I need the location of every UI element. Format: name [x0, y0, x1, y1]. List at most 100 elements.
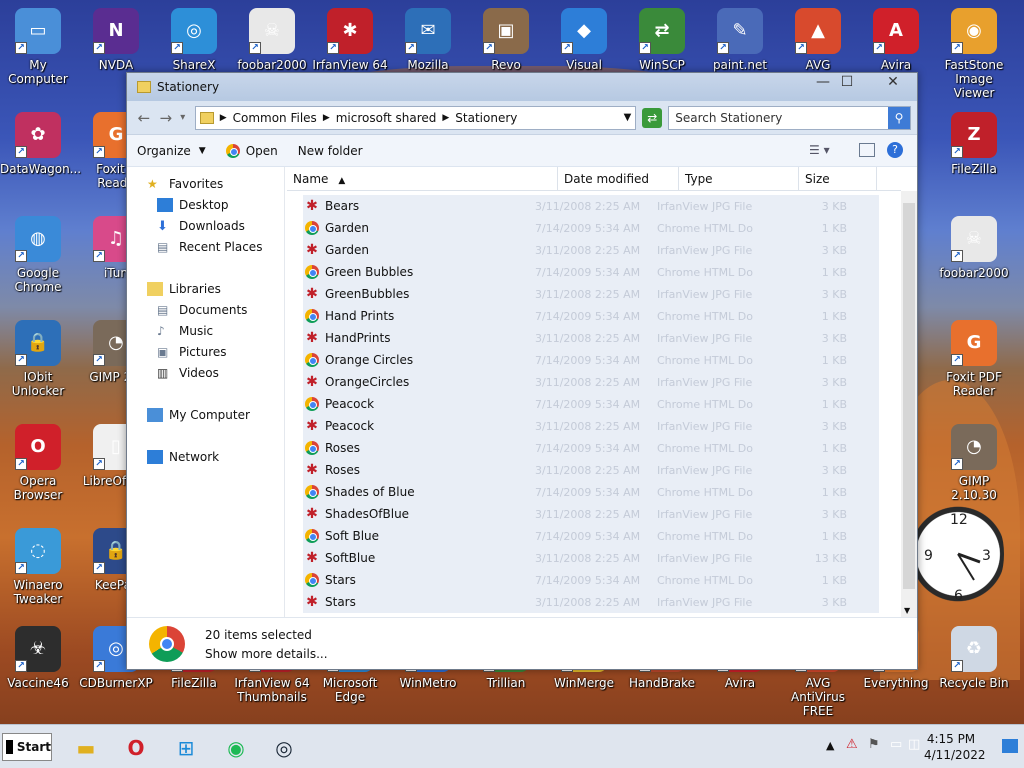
view-options-icon[interactable]: ☰ ▾: [809, 143, 830, 157]
show-more-details-link[interactable]: Show more details...: [205, 647, 328, 661]
file-row[interactable]: Garden 7/14/2009 5:34 AM Chrome HTML Do 1 K…: [303, 217, 879, 239]
clock[interactable]: 4:15 PM 4/11/2022: [924, 731, 986, 763]
file-row[interactable]: Roses 7/14/2009 5:34 AM Chrome HTML Do 1 KB: [303, 437, 879, 459]
address-dropdown-icon[interactable]: ▼: [624, 112, 632, 123]
start-button[interactable]: Start: [2, 733, 52, 761]
volume-tray-icon[interactable]: ◫: [908, 737, 920, 752]
desktop-icon-label: Foxit PDF Reader: [946, 370, 1002, 398]
refresh-icon[interactable]: ⇄: [642, 107, 663, 128]
windows-taskbar-icon[interactable]: ⊞: [164, 731, 208, 765]
preview-pane-icon[interactable]: [859, 143, 875, 157]
tray-chevron-icon[interactable]: ▲: [826, 739, 834, 752]
breadcrumb-item[interactable]: microsoft shared: [336, 111, 437, 125]
avira-tray-icon[interactable]: ⚠: [846, 737, 858, 752]
breadcrumb-item[interactable]: Common Files: [233, 111, 317, 125]
desktop-icon-revo[interactable]: ▣ ↗ Revo: [468, 8, 544, 72]
desktop-icon-sharex[interactable]: ◎ ↗ ShareX: [156, 8, 232, 72]
organize-button[interactable]: Organize ▼: [137, 144, 206, 158]
nav-item-documents[interactable]: ▤ Documents: [157, 303, 247, 317]
close-button[interactable]: ✕: [873, 73, 913, 91]
file-row[interactable]: ✱ SoftBlue 3/11/2008 2:25 AM IrfanView JPG …: [303, 547, 879, 569]
nav-item-libraries[interactable]: Libraries: [147, 282, 221, 296]
forward-arrow-icon[interactable]: →: [155, 109, 177, 127]
desktop-icon-winscp[interactable]: ⇄ ↗ WinSCP: [624, 8, 700, 72]
file-row[interactable]: Shades of Blue 7/14/2009 5:34 AM Chrome HT…: [303, 481, 879, 503]
new-folder-button[interactable]: New folder: [298, 144, 363, 158]
search-icon[interactable]: ⚲: [887, 106, 910, 129]
file-row[interactable]: ✱ ShadesOfBlue 3/11/2008 2:25 AM IrfanView …: [303, 503, 879, 525]
spotify-taskbar-icon[interactable]: ◉: [214, 731, 258, 765]
file-row[interactable]: ✱ OrangeCircles 3/11/2008 2:25 AM IrfanView…: [303, 371, 879, 393]
nav-item-network[interactable]: Network: [147, 450, 219, 464]
file-row[interactable]: Hand Prints 7/14/2009 5:34 AM Chrome HTML …: [303, 305, 879, 327]
recent-pages-chevron-icon[interactable]: ▾: [177, 112, 189, 123]
nav-item-pictures[interactable]: ▣ Pictures: [157, 345, 227, 359]
desktop-icon-foobar2000[interactable]: ☠ ↗ foobar2000: [234, 8, 310, 72]
help-icon[interactable]: ?: [887, 142, 903, 158]
search-box[interactable]: Search Stationery ⚲: [668, 105, 911, 130]
desktop-icon-gimp-2-10-30[interactable]: ◔ ↗ GIMP 2.10.30: [936, 424, 1012, 502]
svg-text:9: 9: [924, 548, 933, 564]
file-row[interactable]: ✱ HandPrints 3/11/2008 2:25 AM IrfanView JP…: [303, 327, 879, 349]
breadcrumb-separator-icon[interactable]: ▶: [220, 113, 227, 123]
file-row[interactable]: Soft Blue 7/14/2009 5:34 AM Chrome HTML Do…: [303, 525, 879, 547]
file-row[interactable]: ✱ Bears 3/11/2008 2:25 AM IrfanView JPG Fil…: [303, 195, 879, 217]
file-row[interactable]: ✱ Roses 3/11/2008 2:25 AM IrfanView JPG Fil…: [303, 459, 879, 481]
desktop-icon-foobar2000[interactable]: ☠ ↗ foobar2000: [936, 216, 1012, 280]
desktop-icon-paint-net[interactable]: ✎ ↗ paint.net: [702, 8, 778, 72]
file-row[interactable]: Stars 7/14/2009 5:34 AM Chrome HTML Do 1 KB: [303, 569, 879, 591]
desktop-icon-winaero-tweaker[interactable]: ◌ ↗ Winaero Tweaker: [0, 528, 76, 606]
desktop-icon-mozilla[interactable]: ✉ ↗ Mozilla: [390, 8, 466, 72]
column-name[interactable]: Name ▲: [287, 167, 558, 191]
network-tray-icon[interactable]: ▭: [890, 737, 902, 752]
nav-item-videos[interactable]: ▥ Videos: [157, 366, 219, 380]
search-input[interactable]: Search Stationery: [675, 111, 782, 125]
file-row[interactable]: ✱ Garden 3/11/2008 2:25 AM IrfanView JPG Fi…: [303, 239, 879, 261]
nav-item-music[interactable]: ♪ Music: [157, 324, 213, 338]
column-date-modified[interactable]: Date modified: [558, 167, 679, 191]
desktop-icon-my-computer[interactable]: ▭ ↗ My Computer: [0, 8, 76, 86]
file-row[interactable]: Peacock 7/14/2009 5:34 AM Chrome HTML Do 1 …: [303, 393, 879, 415]
desktop-icon-avira[interactable]: A↗ Avira: [858, 8, 934, 72]
vertical-scrollbar[interactable]: ▼: [901, 191, 917, 617]
maximize-button[interactable]: ☐: [827, 73, 867, 91]
file-row[interactable]: ✱ Stars 3/11/2008 2:25 AM IrfanView JPG Fil…: [303, 591, 879, 613]
steam-taskbar-icon[interactable]: ◎: [262, 731, 306, 765]
file-row[interactable]: Orange Circles 7/14/2009 5:34 AM Chrome HT…: [303, 349, 879, 371]
desktop-icon-datawagon-[interactable]: ✿ ↗ DataWagon...: [0, 112, 81, 176]
file-row[interactable]: ✱ GreenBubbles 3/11/2008 2:25 AM IrfanView …: [303, 283, 879, 305]
desktop-icon-faststone-image-viewer[interactable]: ◉ ↗ FastStone Image Viewer: [936, 8, 1012, 100]
column-type[interactable]: Type: [679, 167, 799, 191]
show-desktop-button[interactable]: [1002, 739, 1018, 753]
desktop-icon-filezilla[interactable]: Z↗ FileZilla: [936, 112, 1012, 176]
desktop-icon-recycle-bin[interactable]: ♻ ↗ Recycle Bin: [936, 626, 1012, 690]
scroll-down-icon[interactable]: ▼: [904, 606, 910, 615]
title-bar[interactable]: Stationery — ☐ ✕: [127, 73, 917, 101]
open-button[interactable]: Open: [225, 143, 278, 158]
nav-item-downloads[interactable]: ⬇ Downloads: [157, 219, 245, 234]
desktop-icon-opera-browser[interactable]: O ↗ Opera Browser: [0, 424, 76, 502]
desktop-icon-google-chrome[interactable]: ◍ ↗ Google Chrome: [0, 216, 76, 294]
back-arrow-icon[interactable]: ←: [133, 109, 155, 127]
scrollbar-thumb[interactable]: [903, 203, 915, 589]
flag-tray-icon[interactable]: ⚑: [868, 737, 880, 752]
file-row[interactable]: ✱ Peacock 3/11/2008 2:25 AM IrfanView JPG F…: [303, 415, 879, 437]
nav-item-favorites[interactable]: ★ Favorites: [147, 177, 223, 191]
file-explorer-taskbar-icon[interactable]: ▬: [64, 731, 108, 765]
nav-item-desktop[interactable]: Desktop: [157, 198, 229, 212]
file-name: Garden: [325, 243, 369, 257]
desktop-icon-vaccine46[interactable]: ☣ ↗ Vaccine46: [0, 626, 76, 690]
desktop-icon-iobit-unlocker[interactable]: 🔒 ↗ IObit Unlocker: [0, 320, 76, 398]
breadcrumb-separator-icon[interactable]: ▶: [323, 113, 330, 123]
nav-item-my-computer[interactable]: My Computer: [147, 408, 250, 422]
desktop-icon-foxit-pdf-reader[interactable]: G ↗ Foxit PDF Reader: [936, 320, 1012, 398]
breadcrumb-item[interactable]: Stationery: [455, 111, 517, 125]
nav-item-recent-places[interactable]: ▤ Recent Places: [157, 240, 262, 254]
column-size[interactable]: Size: [799, 167, 877, 191]
desktop-icon-irfanview-64[interactable]: ✱ ↗ IrfanView 64: [312, 8, 388, 72]
address-box[interactable]: ▶ Common Files ▶ microsoft shared ▶ Stat…: [194, 105, 637, 130]
opera-taskbar-icon[interactable]: O: [114, 731, 158, 765]
desktop-icon-nvda[interactable]: N ↗ NVDA: [78, 8, 154, 72]
file-row[interactable]: Green Bubbles 7/14/2009 5:34 AM Chrome HTM…: [303, 261, 879, 283]
breadcrumb-separator-icon[interactable]: ▶: [442, 113, 449, 123]
